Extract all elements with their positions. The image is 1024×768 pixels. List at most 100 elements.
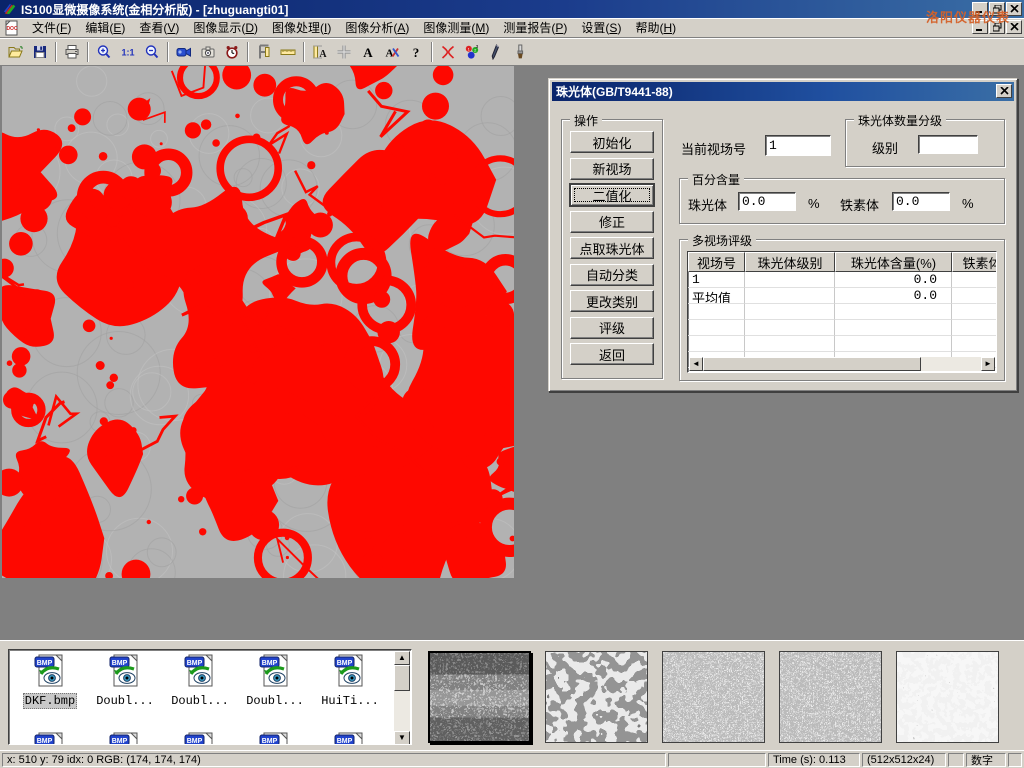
- status-empty-3: [1008, 753, 1022, 767]
- table-row-4[interactable]: [688, 320, 996, 336]
- timer-button[interactable]: [220, 41, 244, 63]
- toolbar-separator: [87, 42, 89, 62]
- file-name[interactable]: Doubl...: [245, 694, 305, 708]
- thumbnail-5[interactable]: [896, 651, 999, 743]
- thumbnail-4[interactable]: [779, 651, 882, 743]
- op-button-2[interactable]: 新视场: [570, 158, 654, 180]
- classify-balls-button[interactable]: 123: [460, 41, 484, 63]
- pearlite-value-input[interactable]: [738, 192, 796, 211]
- table-row-5[interactable]: [688, 336, 996, 352]
- file-item-5[interactable]: BMPHuiTi...: [315, 652, 385, 708]
- file-item-1[interactable]: BMPDKF.bmp: [15, 652, 85, 709]
- level-input[interactable]: [918, 135, 978, 154]
- table-row-2[interactable]: 平均值0.0: [688, 288, 996, 304]
- file-item-row2-1[interactable]: BMP: [15, 730, 85, 745]
- file-item-2[interactable]: BMPDoubl...: [90, 652, 160, 708]
- ferrite-value-input[interactable]: [892, 192, 950, 211]
- dialog-close-button[interactable]: [996, 84, 1012, 98]
- text-edit-button[interactable]: A: [380, 41, 404, 63]
- op-button-7[interactable]: 更改类别: [570, 290, 654, 312]
- scroll-left-button[interactable]: ◄: [689, 357, 703, 371]
- text-button[interactable]: A: [356, 41, 380, 63]
- grid-button[interactable]: [332, 41, 356, 63]
- help-button[interactable]: ?: [404, 41, 428, 63]
- file-item-row2-5[interactable]: BMP: [315, 730, 385, 745]
- file-name[interactable]: Doubl...: [170, 694, 230, 708]
- file-name[interactable]: HuiTi...: [320, 694, 380, 708]
- op-button-9[interactable]: 返回: [570, 343, 654, 365]
- op-button-5[interactable]: 点取珠光体: [570, 237, 654, 259]
- scroll-right-button[interactable]: ►: [981, 357, 995, 371]
- close-button[interactable]: [1006, 2, 1022, 16]
- table-column-header-1[interactable]: 视场号: [688, 252, 745, 272]
- op-button-3[interactable]: 二值化: [570, 184, 654, 206]
- document-icon[interactable]: DOC: [4, 20, 20, 36]
- table-column-header-2[interactable]: 珠光体级别: [745, 252, 835, 272]
- file-item-3[interactable]: BMPDoubl...: [165, 652, 235, 708]
- menu-item-9[interactable]: 设置(S): [574, 17, 628, 38]
- classify-balls-icon: 123: [464, 44, 480, 60]
- dialog-title-bar[interactable]: 珠光体(GB/T9441-88): [552, 82, 1014, 101]
- table-cell: [952, 336, 997, 352]
- menu-item-2[interactable]: 编辑(E): [78, 17, 132, 38]
- file-item-row2-2[interactable]: BMP: [90, 730, 160, 745]
- menu-item-10[interactable]: 帮助(H): [628, 17, 683, 38]
- menu-item-1[interactable]: 文件(F): [25, 17, 78, 38]
- file-name[interactable]: DKF.bmp: [23, 693, 77, 709]
- scroll-down-button[interactable]: ▼: [394, 731, 410, 745]
- scroll-up-button[interactable]: ▲: [394, 651, 410, 665]
- thumbnail-1[interactable]: [428, 651, 531, 743]
- open-button[interactable]: [4, 41, 28, 63]
- pen-button[interactable]: [484, 41, 508, 63]
- menu-item-7[interactable]: 图像测量(M): [416, 17, 496, 38]
- caliper-button[interactable]: [252, 41, 276, 63]
- op-button-6[interactable]: 自动分类: [570, 264, 654, 286]
- svg-text:BMP: BMP: [262, 738, 278, 745]
- file-item-4[interactable]: BMPDoubl...: [240, 652, 310, 708]
- table-cell: [745, 272, 835, 288]
- camera-button[interactable]: [196, 41, 220, 63]
- save-button[interactable]: [28, 41, 52, 63]
- table-row-3[interactable]: [688, 304, 996, 320]
- mdi-close-button[interactable]: [1006, 20, 1022, 34]
- pearlite-dialog: 珠光体(GB/T9441-88) 操作 初始化新视场二值化修正点取珠光体自动分类…: [548, 78, 1018, 392]
- op-button-4[interactable]: 修正: [570, 211, 654, 233]
- file-item-row2-3[interactable]: BMP: [165, 730, 235, 745]
- mdi-minimize-button[interactable]: [972, 20, 988, 34]
- svg-text:BMP: BMP: [187, 738, 203, 745]
- file-item-row2-4[interactable]: BMP: [240, 730, 310, 745]
- menu-item-4[interactable]: 图像显示(D): [186, 17, 265, 38]
- menu-item-5[interactable]: 图像处理(I): [265, 17, 338, 38]
- restore-button[interactable]: [989, 2, 1005, 16]
- table-column-header-4[interactable]: 铁素体: [952, 252, 997, 272]
- measure-text-button[interactable]: A: [308, 41, 332, 63]
- thumbnail-3[interactable]: [662, 651, 765, 743]
- menu-item-8[interactable]: 测量报告(P): [496, 17, 574, 38]
- micrograph-image-binarized-pearlite[interactable]: [2, 66, 514, 578]
- measure-text-icon: A: [312, 44, 328, 60]
- mdi-restore-button[interactable]: [989, 20, 1005, 34]
- table-column-header-3[interactable]: 珠光体含量(%): [835, 252, 952, 272]
- op-button-1[interactable]: 初始化: [570, 131, 654, 153]
- file-name[interactable]: Doubl...: [95, 694, 155, 708]
- current-field-input[interactable]: [765, 135, 831, 156]
- actual-size-icon: 1:1: [120, 44, 136, 60]
- brush-button[interactable]: [508, 41, 532, 63]
- scroll-thumb[interactable]: [703, 357, 921, 371]
- table-cell: [835, 320, 952, 336]
- print-button[interactable]: [60, 41, 84, 63]
- minimize-button[interactable]: [972, 2, 988, 16]
- zoom-out-button[interactable]: [140, 41, 164, 63]
- window-controls: [972, 2, 1022, 16]
- menu-item-6[interactable]: 图像分析(A): [338, 17, 416, 38]
- op-button-8[interactable]: 评级: [570, 317, 654, 339]
- zoom-in-button[interactable]: [92, 41, 116, 63]
- video-camera-button[interactable]: [172, 41, 196, 63]
- menu-item-3[interactable]: 查看(V): [132, 17, 186, 38]
- table-row-1[interactable]: 10.0: [688, 272, 996, 288]
- thumbnail-2[interactable]: [545, 651, 648, 743]
- curve-button[interactable]: [436, 41, 460, 63]
- actual-size-button[interactable]: 1:1: [116, 41, 140, 63]
- ruler-button[interactable]: [276, 41, 300, 63]
- scroll-thumb[interactable]: [394, 665, 410, 691]
